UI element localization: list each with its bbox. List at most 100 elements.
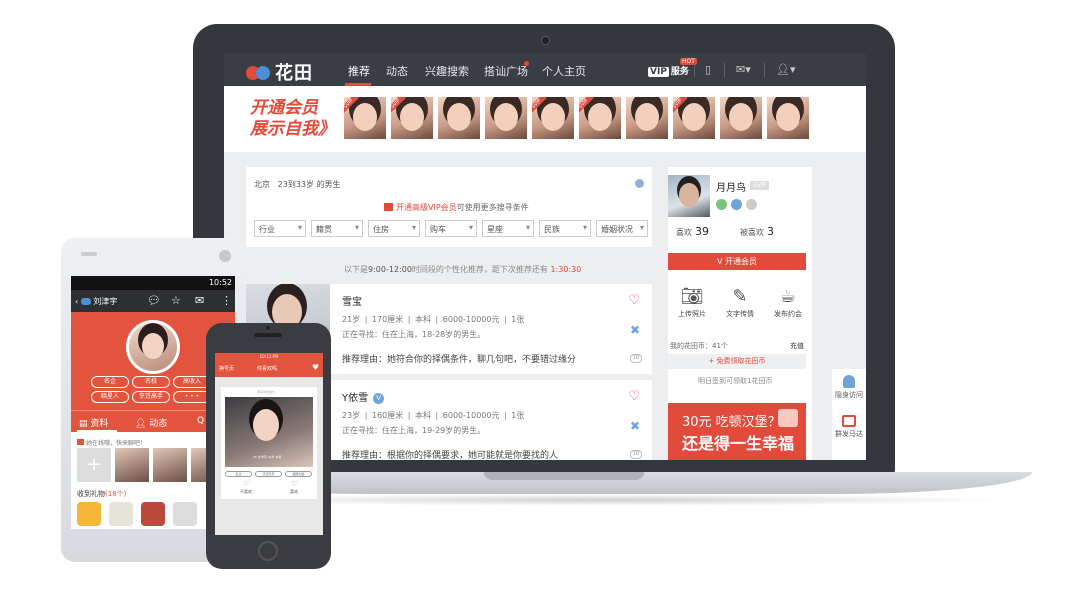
android-speaker	[81, 252, 97, 256]
mail-icon[interactable]: ✉	[195, 294, 204, 307]
star-icon[interactable]: ☆	[171, 294, 181, 307]
stealth-visit-button[interactable]: 隐身访问	[832, 375, 866, 400]
dismiss-x-icon[interactable]: ✖	[630, 323, 640, 337]
nav-divider	[764, 63, 765, 77]
vip-icon: V	[716, 257, 725, 266]
post-date-button[interactable]: ☕︎ 发布约会	[766, 285, 810, 319]
nav-profile-page[interactable]: 个人主页	[542, 63, 586, 79]
nav-interest-search[interactable]: 兴趣搜索	[425, 63, 469, 79]
banner-avatars: SVIP SVIP SVIP SVIP SVIP	[344, 97, 809, 139]
tab-more[interactable]: Q	[197, 416, 204, 426]
camera-icon: 📷︎	[680, 286, 704, 307]
select-industry[interactable]: 行业	[254, 220, 306, 237]
mass-message-button[interactable]: 群发马达	[832, 415, 866, 439]
card-tags: 名企 烹饪高手 超能创造	[225, 471, 312, 477]
tab-feed[interactable]: 👤︎ 动态	[135, 416, 167, 429]
profile-tag[interactable]: 名企	[91, 376, 129, 388]
my-coins: 我的花田币：41个	[670, 342, 728, 350]
like-heart-icon[interactable]: ♡	[628, 389, 640, 404]
logo[interactable]: 花田	[246, 59, 313, 85]
more-icon[interactable]: ⋮	[221, 294, 232, 307]
likes-count[interactable]: 喜欢 39	[676, 225, 709, 238]
recharge-link[interactable]: 充值	[790, 341, 804, 351]
mail-icon[interactable]: ✉▾	[736, 63, 751, 76]
free-coins-button[interactable]: + 免费领取花田币	[668, 354, 806, 369]
gift-icon[interactable]	[173, 502, 197, 526]
like-heart-icon[interactable]: ♡	[628, 293, 640, 308]
gift-icon[interactable]	[141, 502, 165, 526]
gift-icon[interactable]	[109, 502, 133, 526]
verify-badge-icon[interactable]	[716, 199, 727, 210]
photo-thumb[interactable]	[115, 448, 149, 482]
nav-chat-square[interactable]: 搭讪广场	[484, 63, 528, 79]
gifts-title: 收到礼物(18个)	[77, 490, 127, 498]
banner-avatar[interactable]	[485, 97, 527, 139]
logo-heart-icon	[246, 62, 272, 82]
dislike-button[interactable]: ♡ 不喜欢	[240, 480, 252, 495]
heart-icon: ♡	[290, 480, 298, 488]
open-vip-button[interactable]: V 开通会员	[668, 253, 806, 270]
banner-avatar[interactable]: SVIP	[391, 97, 433, 139]
banner-avatar[interactable]: SVIP	[344, 97, 386, 139]
user-name-row[interactable]: Y依雪 V	[342, 389, 385, 404]
banner-avatar[interactable]	[438, 97, 480, 139]
vip-banner[interactable]: 开通会员 展示自我》 SVIP SVIP SVIP SVIP SVIP	[224, 86, 866, 152]
like-button[interactable]: ♡ 喜欢	[290, 480, 298, 495]
profile-avatar[interactable]	[126, 320, 180, 374]
burger-icon	[778, 409, 798, 427]
profile-tag[interactable]: 烹饪高手	[132, 391, 170, 403]
banner-avatar[interactable]	[720, 97, 762, 139]
upload-photo-button[interactable]: 📷︎ 上传照片	[670, 285, 714, 319]
profile-tag[interactable]: 名校	[132, 376, 170, 388]
vip-service-link[interactable]: VIP 服务	[648, 64, 689, 77]
signin-hint: 明日签到可领取1花田币	[698, 377, 773, 385]
switch-page-button[interactable]: 换号页	[219, 365, 234, 372]
profile-tags: 名企 名校 高收入 暗星人 烹饪高手 • • •	[91, 376, 221, 403]
tab-profile[interactable]: ▤ 资料	[79, 416, 108, 429]
heart-outline-icon: ♡	[242, 480, 250, 488]
chat-icon[interactable]: 💬︎	[147, 294, 161, 307]
user-icon[interactable]: 👤︎▾	[776, 63, 796, 76]
svip-badge: SVIP	[750, 181, 770, 190]
banner-avatar[interactable]: SVIP	[532, 97, 574, 139]
select-ethnicity[interactable]: 民族	[539, 220, 591, 237]
banner-avatar[interactable]	[626, 97, 668, 139]
select-marital-status[interactable]: 婚姻状况	[596, 220, 648, 237]
my-avatar[interactable]	[668, 175, 710, 217]
cup-icon: ☕︎	[779, 286, 797, 307]
home-button[interactable]	[258, 541, 278, 561]
gift-icon[interactable]	[77, 502, 101, 526]
banner-avatar[interactable]	[767, 97, 809, 139]
chat-bubble-icon[interactable]: 3D	[630, 354, 642, 363]
select-hometown[interactable]: 籍贯	[311, 220, 363, 237]
user-seeking: 正在寻找：住在上海，18-28岁的男生。	[342, 330, 486, 339]
select-zodiac[interactable]: 星座	[482, 220, 534, 237]
my-name[interactable]: 月月鸟	[716, 179, 746, 194]
select-car[interactable]: 购车	[425, 220, 477, 237]
swipe-card[interactable]: 滑动浏览缘分 25 刘津宇 24岁 本科 名企 烹饪高手 超能创造 ♡ 不喜欢 ♡…	[221, 387, 317, 499]
card-photo[interactable]: 25 刘津宇 24岁 本科	[225, 397, 313, 467]
vip-filter-promo: 开通高级VIP会员可使用更多搜寻条件	[384, 202, 529, 213]
liked-count[interactable]: 被喜欢 3	[740, 225, 774, 238]
heart-icon[interactable]: ♥	[312, 363, 319, 372]
banner-avatar[interactable]: SVIP	[579, 97, 621, 139]
profile-tag[interactable]: 暗星人	[91, 391, 129, 403]
nav-feed[interactable]: 动态	[386, 63, 408, 79]
phone-badge-icon[interactable]	[731, 199, 742, 210]
id-badge-icon[interactable]	[746, 199, 757, 210]
chat-bubble-icon[interactable]: 3D	[630, 450, 642, 459]
promo-ad[interactable]: 30元 吃顿汉堡？ 还是得一生幸福	[668, 403, 806, 460]
user-name[interactable]: 雪宝	[342, 293, 362, 308]
iphone-speaker	[254, 333, 282, 337]
banner-avatar[interactable]: SVIP	[673, 97, 715, 139]
photo-thumb[interactable]	[153, 448, 187, 482]
edit-filter-icon[interactable]	[635, 179, 644, 188]
phone-icon[interactable]: ▯	[705, 63, 711, 76]
text-message-button[interactable]: ✎ 文字传情	[718, 285, 762, 319]
nav-recommend[interactable]: 推荐	[348, 63, 370, 79]
select-housing[interactable]: 住房	[368, 220, 420, 237]
vip-upgrade-link[interactable]: 开通高级VIP会员	[396, 203, 457, 212]
dismiss-x-icon[interactable]: ✖	[630, 419, 640, 433]
back-title[interactable]: ‹ 刘津宇	[75, 296, 117, 307]
add-photo-button[interactable]: +	[77, 448, 111, 482]
